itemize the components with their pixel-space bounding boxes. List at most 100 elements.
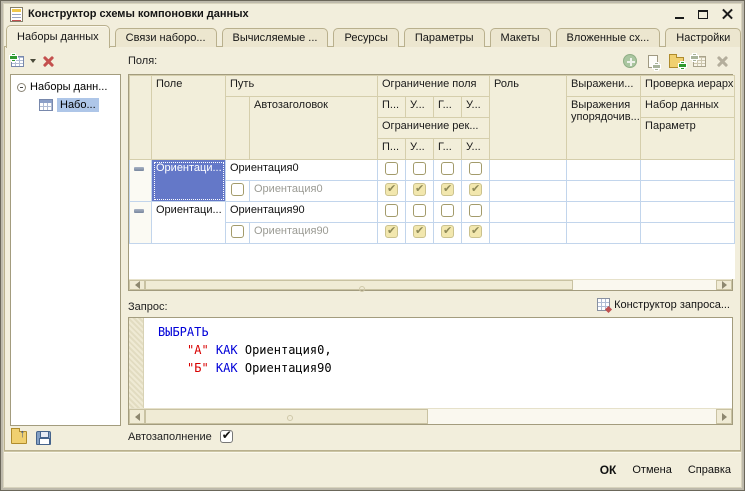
auto-restriction-checkbox — [469, 224, 483, 238]
scroll-left-icon[interactable] — [129, 279, 145, 290]
autoheader-cell[interactable]: Ориентация90 — [249, 222, 378, 244]
autofill-checkbox[interactable] — [219, 428, 233, 443]
role-cell[interactable] — [489, 159, 568, 181]
col-dataset[interactable]: Набор данных — [640, 96, 736, 118]
field-cell[interactable]: Ориентаци... — [151, 201, 226, 244]
query-hscrollbar[interactable] — [129, 408, 732, 424]
restriction-checkbox[interactable] — [441, 162, 454, 175]
restriction-checkbox[interactable] — [385, 204, 398, 217]
col-restriction-p[interactable]: П... — [377, 96, 406, 118]
expression-cell[interactable] — [566, 159, 642, 181]
path-cell[interactable]: Ориентация90 — [225, 201, 378, 223]
query-editor-gutter — [129, 318, 144, 408]
title-bar[interactable]: Конструктор схемы компоновки данных — [4, 4, 741, 24]
col-field[interactable]: Поле — [151, 75, 226, 160]
query-designer-button[interactable]: Конструктор запроса... — [597, 298, 730, 311]
copy-add-icon[interactable] — [644, 52, 662, 70]
query-label: Запрос: — [128, 301, 168, 313]
autoheader-checkbox[interactable] — [231, 183, 244, 196]
col-expression[interactable]: Выражени... — [566, 75, 642, 97]
role-cell[interactable] — [489, 201, 568, 223]
col-parameter[interactable]: Параметр — [640, 117, 736, 160]
row-grip[interactable] — [129, 201, 152, 244]
restriction-checkbox[interactable] — [413, 204, 426, 217]
auto-restriction-checkbox — [413, 182, 426, 196]
query-designer-icon — [597, 298, 611, 311]
delete-field-icon[interactable] — [713, 52, 731, 70]
expression-cell[interactable] — [566, 201, 642, 223]
dataset-table-icon — [39, 99, 53, 111]
maximize-icon[interactable] — [697, 8, 709, 20]
add-dataset-button[interactable] — [8, 52, 26, 70]
load-schema-icon[interactable] — [11, 428, 27, 444]
tab-datasets[interactable]: Наборы данных — [6, 25, 110, 48]
autofill-label: Автозаполнение — [128, 430, 212, 443]
schema-file-toolbar — [11, 428, 51, 445]
scrollbar-thumb[interactable] — [145, 279, 573, 291]
help-button[interactable]: Справка — [688, 464, 731, 476]
field-cell[interactable]: Ориентаци... — [151, 159, 226, 202]
tree-root-label[interactable]: Наборы данн... — [30, 81, 107, 93]
tree-dataset-label[interactable]: Набо... — [57, 98, 99, 112]
delete-dataset-button[interactable] — [39, 52, 57, 70]
row-grip[interactable] — [129, 159, 152, 202]
close-icon[interactable] — [721, 8, 733, 20]
tab-calculated-fields[interactable]: Вычисляемые ... — [221, 28, 329, 47]
datasets-tree[interactable]: Наборы данн... Набо... — [10, 74, 121, 426]
datasets-tab-page: Наборы данн... Набо... Поля: — [4, 46, 741, 451]
minimize-icon[interactable] — [673, 8, 685, 20]
col-rec-restriction-u1[interactable]: У... — [405, 138, 434, 160]
query-text[interactable]: ВЫБРАТЬ "А" КАК Ориентация0, "Б" КАК Ориен… — [145, 318, 732, 408]
autoheader-checkbox[interactable] — [231, 225, 244, 238]
restriction-checkbox[interactable] — [385, 162, 398, 175]
col-rec-restriction-p[interactable]: П... — [377, 138, 406, 160]
scrollbar-thumb[interactable] — [145, 409, 428, 424]
save-schema-icon[interactable] — [36, 431, 51, 445]
restriction-checkbox[interactable] — [469, 204, 483, 217]
autoheader-cell[interactable]: Ориентация0 — [249, 180, 378, 202]
scroll-right-icon[interactable] — [716, 279, 732, 290]
folder-add-icon[interactable] — [667, 52, 686, 70]
grid-empty-area[interactable] — [129, 243, 735, 279]
col-field-restriction[interactable]: Ограничение поля — [376, 75, 491, 97]
add-dataset-dropdown-icon[interactable] — [30, 59, 36, 63]
col-rec-restriction-g[interactable]: Г... — [433, 138, 462, 160]
scroll-right-icon[interactable] — [716, 409, 732, 424]
tab-resources[interactable]: Ресурсы — [333, 28, 399, 47]
restriction-checkbox[interactable] — [469, 162, 483, 175]
restriction-checkbox[interactable] — [441, 204, 454, 217]
fields-grid: Поле Путь Ограничение поля Роль Выражени… — [128, 74, 736, 291]
tab-settings[interactable]: Настройки — [665, 28, 742, 47]
col-path[interactable]: Путь — [225, 75, 378, 97]
tab-nested-schemas[interactable]: Вложенные сх... — [555, 28, 661, 47]
col-role[interactable]: Роль — [489, 75, 568, 160]
restriction-checkbox[interactable] — [413, 162, 426, 175]
tab-parameters[interactable]: Параметры — [403, 28, 485, 47]
scroll-left-icon[interactable] — [129, 409, 145, 424]
col-autoheader[interactable]: Автозаголовок — [249, 96, 378, 160]
table-add-icon[interactable] — [690, 52, 708, 70]
dialog-window: Конструктор схемы компоновки данных Набо… — [0, 0, 745, 491]
col-restriction-g[interactable]: Г... — [433, 96, 462, 118]
hierarchy-cell[interactable] — [640, 201, 736, 223]
tab-templates[interactable]: Макеты — [489, 28, 551, 47]
ok-button[interactable]: ОК — [600, 463, 617, 477]
query-editor[interactable]: ВЫБРАТЬ "А" КАК Ориентация0, "Б" КАК Ориен… — [128, 317, 733, 425]
tab-dataset-links[interactable]: Связи наборо... — [114, 28, 217, 47]
col-order-expressions[interactable]: Выражения упорядочив... — [566, 96, 642, 160]
cancel-button[interactable]: Отмена — [632, 464, 671, 476]
path-cell[interactable]: Ориентация0 — [225, 159, 378, 181]
col-record-restriction[interactable]: Ограничение рек... — [376, 117, 491, 139]
tree-root-row[interactable]: Наборы данн... — [11, 78, 120, 96]
add-circle-icon[interactable] — [621, 52, 639, 70]
col-restriction-u2[interactable]: У... — [460, 96, 491, 118]
tree-dataset-row[interactable]: Набо... — [11, 96, 120, 114]
col-rec-restriction-u2[interactable]: У... — [460, 138, 491, 160]
col-hierarchy-check[interactable]: Проверка иерархи — [640, 75, 736, 97]
fields-grid-hscrollbar[interactable] — [129, 278, 732, 291]
col-restriction-u1[interactable]: У... — [405, 96, 434, 118]
collapse-icon[interactable] — [17, 82, 26, 92]
auto-restriction-checkbox — [413, 224, 426, 238]
hierarchy-cell[interactable] — [640, 159, 736, 181]
auto-restriction-checkbox — [469, 182, 483, 196]
